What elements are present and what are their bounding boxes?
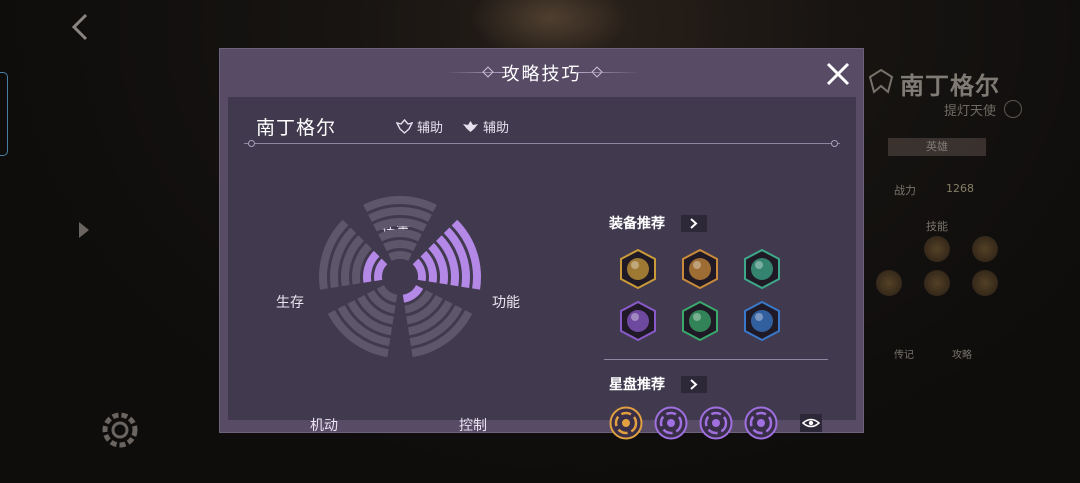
axis-label-utility: 功能 bbox=[492, 295, 520, 311]
guide-dialog: 攻略技巧 南丁格尔 辅助 辅助 伤害 功能 控制 机动 生存 bbox=[219, 48, 864, 440]
violet-flame-rune-icon[interactable] bbox=[699, 406, 733, 440]
axis-label-mobility: 机动 bbox=[310, 418, 338, 434]
skill-icon[interactable] bbox=[876, 270, 902, 296]
back-arrow-icon[interactable] bbox=[68, 12, 92, 42]
guide-content: 南丁格尔 辅助 辅助 伤害 功能 控制 机动 生存 装备推荐 bbox=[228, 97, 856, 440]
emerald-horn-icon[interactable] bbox=[680, 300, 720, 342]
background-skills-label: 技能 bbox=[926, 220, 948, 233]
hero-emblem-icon bbox=[868, 68, 894, 94]
header-divider bbox=[244, 143, 840, 144]
violet-dragon-rune-icon[interactable] bbox=[744, 406, 778, 440]
section-divider bbox=[604, 359, 828, 360]
side-tab[interactable] bbox=[0, 72, 8, 156]
radar-band bbox=[374, 258, 388, 282]
skill-icon[interactable] bbox=[972, 236, 998, 262]
background-stat-label: 战力 bbox=[894, 184, 916, 197]
axis-label-control: 控制 bbox=[459, 418, 487, 434]
jade-shield-icon[interactable] bbox=[742, 248, 782, 290]
divider-dot bbox=[831, 140, 838, 147]
dialog-header: 攻略技巧 bbox=[220, 49, 863, 97]
role-label: 辅助 bbox=[417, 121, 444, 136]
close-icon[interactable] bbox=[825, 61, 851, 87]
astrolabe-more-arrow-icon[interactable] bbox=[681, 376, 707, 393]
skill-icon[interactable] bbox=[924, 270, 950, 296]
background-hero-name: 南丁格尔 bbox=[900, 72, 1000, 100]
radar-band bbox=[383, 240, 417, 252]
background-hero-panel: 南丁格尔 提灯天使 英雄 战力 1268 技能 传记 攻略 bbox=[864, 60, 1080, 380]
equipment-title: 装备推荐 bbox=[609, 216, 665, 232]
astrolabe-title: 星盘推荐 bbox=[609, 377, 665, 393]
azure-blade-icon[interactable] bbox=[742, 300, 782, 342]
ability-radar-chart bbox=[319, 196, 481, 358]
golden-relic-icon[interactable] bbox=[618, 248, 658, 290]
role-support-icon bbox=[396, 119, 413, 134]
divider-dot bbox=[248, 140, 255, 147]
chevron-down-icon[interactable] bbox=[1004, 100, 1022, 118]
equipment-more-arrow-icon[interactable] bbox=[681, 215, 707, 232]
background-hero-subtitle[interactable]: 提灯天使 bbox=[944, 100, 996, 119]
hero-name: 南丁格尔 bbox=[256, 117, 337, 139]
violet-crystal-icon[interactable] bbox=[618, 300, 658, 342]
dialog-title: 攻略技巧 bbox=[501, 64, 582, 85]
winged-disc-icon[interactable] bbox=[680, 248, 720, 290]
radar-band bbox=[388, 251, 412, 261]
radar-band bbox=[378, 229, 422, 242]
chevron-right-icon[interactable] bbox=[76, 220, 92, 240]
background-hero-tab[interactable]: 英雄 bbox=[888, 138, 986, 156]
skill-icon[interactable] bbox=[972, 270, 998, 296]
gear-icon[interactable] bbox=[98, 408, 142, 452]
title-decoration-right bbox=[576, 72, 640, 73]
role-badge: 辅助 bbox=[396, 117, 443, 136]
background-stat-value: 1268 bbox=[946, 182, 974, 195]
guide-button[interactable]: 攻略 bbox=[952, 346, 972, 361]
golden-snowflake-rune-icon[interactable] bbox=[609, 406, 643, 440]
axis-label-survival: 生存 bbox=[276, 295, 304, 311]
role-support-alt-icon bbox=[463, 121, 478, 132]
eye-icon[interactable] bbox=[800, 414, 822, 432]
role-badge: 辅助 bbox=[462, 117, 509, 136]
biography-button[interactable]: 传记 bbox=[894, 346, 914, 361]
skill-icon[interactable] bbox=[924, 236, 950, 262]
role-label: 辅助 bbox=[483, 121, 510, 136]
violet-vortex-rune-icon[interactable] bbox=[654, 406, 688, 440]
radar-band bbox=[412, 258, 426, 282]
